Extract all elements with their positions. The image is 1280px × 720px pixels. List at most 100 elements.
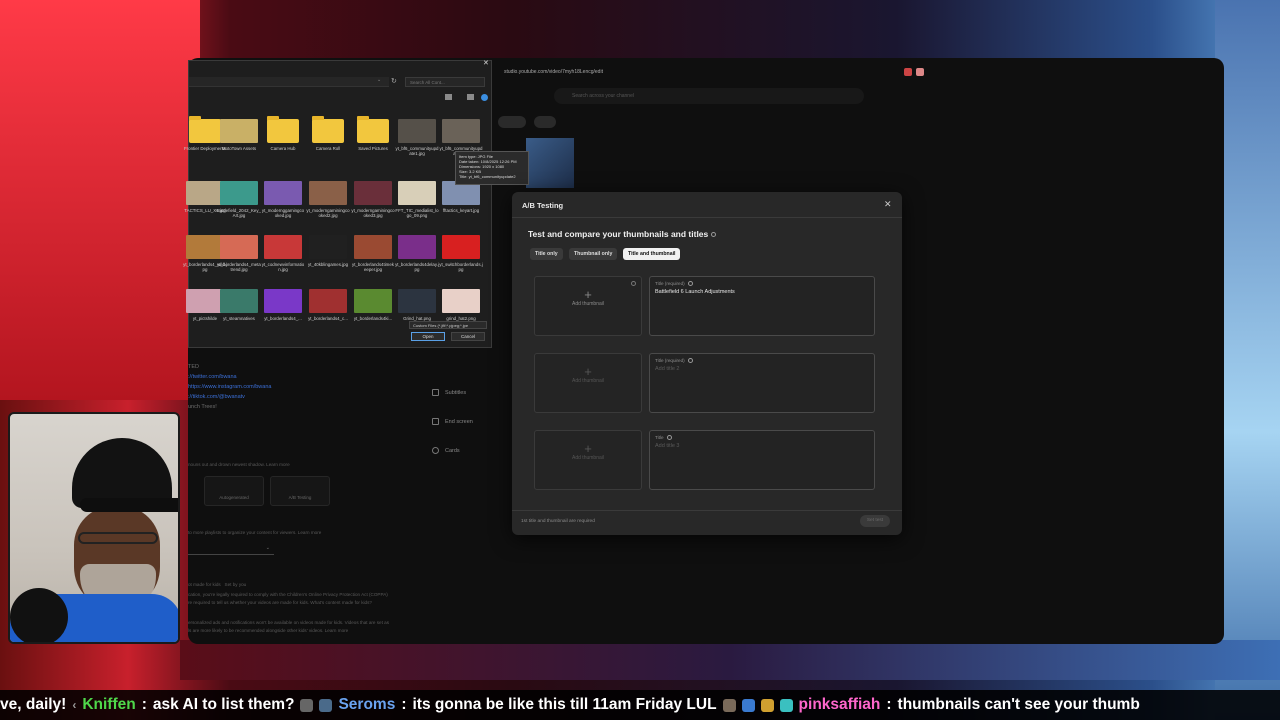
path-bar[interactable]: ⌄ [189, 77, 389, 87]
cancel-button[interactable]: Cancel [451, 332, 485, 341]
file-label: yt_borderlands4_... [264, 316, 302, 321]
end-screen-item[interactable]: End screen [432, 407, 473, 436]
instagram-link[interactable]: https://www.instagram.com/bwana [188, 382, 271, 392]
badge-icon [779, 698, 793, 712]
file-item[interactable]: Grind_hat.png [395, 289, 439, 321]
add-thumbnail-button-3[interactable]: + Add thumbnail [534, 430, 642, 490]
microphone [10, 588, 68, 642]
tab-title-and-thumbnail[interactable]: Title and thumbnail [623, 248, 681, 260]
file-label: yt_steamnatives [223, 316, 255, 321]
studio-search-input[interactable]: Search across your channel [554, 88, 864, 104]
file-label: yt_switchborderlands.jpg [439, 262, 483, 272]
extension-icon-2[interactable] [916, 68, 924, 76]
tab-thumbnail-only[interactable]: Thumbnail only [569, 248, 618, 260]
ab-testing-card[interactable]: A/B Testing [270, 476, 330, 506]
image-thumbnail [264, 181, 302, 205]
file-item[interactable]: yt_borderlands4_metatrend.jpg [217, 235, 261, 272]
chat-message: ve, daily! [0, 696, 67, 713]
studio-header-button-2[interactable] [534, 116, 556, 128]
file-label: yt_borderlands4delay.jpg [395, 262, 439, 272]
subtitles-item[interactable]: Subtitles [432, 378, 473, 407]
image-thumbnail [442, 235, 480, 259]
file-item[interactable]: fftactics_keyart.jpg [439, 181, 483, 213]
file-item[interactable]: MotoTown Assets [217, 119, 261, 151]
file-item[interactable]: Camera Roll [306, 116, 350, 151]
help-icon[interactable] [631, 281, 636, 286]
preview-pane-icon[interactable] [467, 94, 474, 100]
image-thumbnail [309, 289, 347, 313]
plus-icon: + [584, 287, 592, 302]
file-item[interactable]: Battlefield_2042_Key_Art.jpg [217, 181, 261, 218]
address-bar[interactable]: studio.youtube.com/video/7myh18Lencg/edi… [504, 69, 603, 75]
view-mode-icon[interactable] [445, 94, 452, 100]
chat-username: Kniffen [82, 696, 136, 713]
file-label: yt_borderlands4_c... [308, 316, 348, 321]
autogenerated-card[interactable]: Autogenerated [204, 476, 264, 506]
file-item[interactable]: yt_borderlands4timekeeper.jpg [351, 235, 395, 272]
file-item[interactable]: yt_moderngaminingcooked2.jpg [306, 181, 350, 218]
close-icon[interactable]: ✕ [884, 199, 892, 210]
image-thumbnail [354, 181, 392, 205]
refresh-icon[interactable]: ↻ [391, 77, 397, 85]
file-label: Camera Roll [315, 146, 341, 151]
file-item[interactable]: yt_borderlands4_c... [306, 289, 350, 321]
image-thumbnail [442, 119, 480, 143]
image-thumbnail [398, 235, 436, 259]
file-item[interactable]: yt_bf6_communityupdate1.jpg [395, 119, 439, 156]
file-tooltip: Item type: JPG File Date taken: 10/8/202… [455, 151, 529, 185]
file-item[interactable]: yt_switchborderlands.jpg [439, 235, 483, 272]
file-item[interactable]: grind_hat2.png [439, 289, 483, 321]
file-type-filter[interactable]: Custom Files (*.jfif;*.pjpeg;*.jpe [409, 321, 487, 329]
extension-icon[interactable] [904, 68, 912, 76]
colon: : [401, 696, 407, 713]
cards-item[interactable]: Cards [432, 436, 473, 465]
file-item[interactable]: yt_borderlands4delay.jpg [395, 235, 439, 272]
info-icon[interactable] [666, 435, 672, 441]
file-item[interactable]: FFT_TIC_medialist_logo_09.png [395, 181, 439, 218]
tab-title-only[interactable]: Title only [530, 248, 563, 260]
title-input-2[interactable]: Title (required) Add title 2 [649, 353, 875, 413]
add-thumbnail-button[interactable]: + Add thumbnail [534, 276, 642, 336]
cards-icon [432, 447, 439, 454]
chat-username: pinksaffiah [798, 696, 881, 713]
file-item[interactable]: Saved Pictures [351, 116, 395, 151]
chat-ticker: ve, daily! ‹ Kniffen : ask AI to list th… [0, 690, 1280, 720]
subtitles-icon [432, 389, 439, 396]
title-input-3[interactable]: Title Add title 3 [649, 430, 875, 490]
file-item[interactable]: yt_borderlands4ki... [351, 289, 395, 321]
add-thumbnail-button-2[interactable]: + Add thumbnail [534, 353, 642, 413]
info-icon[interactable] [711, 232, 717, 238]
chevron-down-icon: ⌄ [265, 545, 270, 551]
file-item[interactable]: yt_modernggamingcooked.jpg [261, 181, 305, 218]
help-icon[interactable] [481, 94, 488, 101]
desk-surface [180, 640, 1280, 680]
studio-header-button[interactable] [498, 116, 526, 128]
file-item[interactable]: yt_40kblingames.jpg [306, 235, 350, 267]
file-label: yt_modernggamingcooked.jpg [261, 208, 305, 218]
title-input-1[interactable]: Title (required) Battlefield 6 Launch Ad… [649, 276, 875, 336]
info-icon[interactable] [687, 281, 693, 287]
glasses [78, 532, 158, 544]
chat-message: its gonna be like this till 11am Friday … [412, 696, 717, 713]
test-variant-1: + Add thumbnail Title (required) Battlef… [532, 274, 876, 338]
kids-text-2: ls are more likely to be recommended alo… [188, 628, 349, 633]
requirement-note: 1st title and thumbnail are required [521, 519, 595, 524]
tiktok-link[interactable]: ://tiktok.com/@bwanatv [188, 392, 271, 402]
file-search-input[interactable]: Search All Cont... [405, 77, 485, 87]
file-item[interactable]: yt_steamnatives [217, 289, 261, 321]
info-icon[interactable] [687, 358, 693, 364]
image-thumbnail [309, 235, 347, 259]
open-button[interactable]: Open [411, 332, 445, 341]
file-item[interactable]: yt_moderngaminingcooked3.jpg [351, 181, 395, 218]
file-item[interactable]: yt_borderlands4_... [261, 289, 305, 321]
set-test-button[interactable]: Set test [860, 515, 890, 527]
image-thumbnail [264, 289, 302, 313]
background-light-blue [1215, 0, 1280, 720]
coppa-text-2: re required to tell us whether your vide… [188, 600, 372, 605]
close-icon[interactable]: ✕ [483, 59, 489, 67]
file-item[interactable]: yt_codnewvinformation.jpg [261, 235, 305, 272]
playlist-dropdown[interactable]: ⌄ [188, 543, 274, 555]
audience-label: ot made for kids Set by you [188, 582, 247, 587]
file-item[interactable]: Camera Hub [261, 116, 305, 151]
twitter-link[interactable]: ://twitter.com/bwana [188, 372, 271, 382]
